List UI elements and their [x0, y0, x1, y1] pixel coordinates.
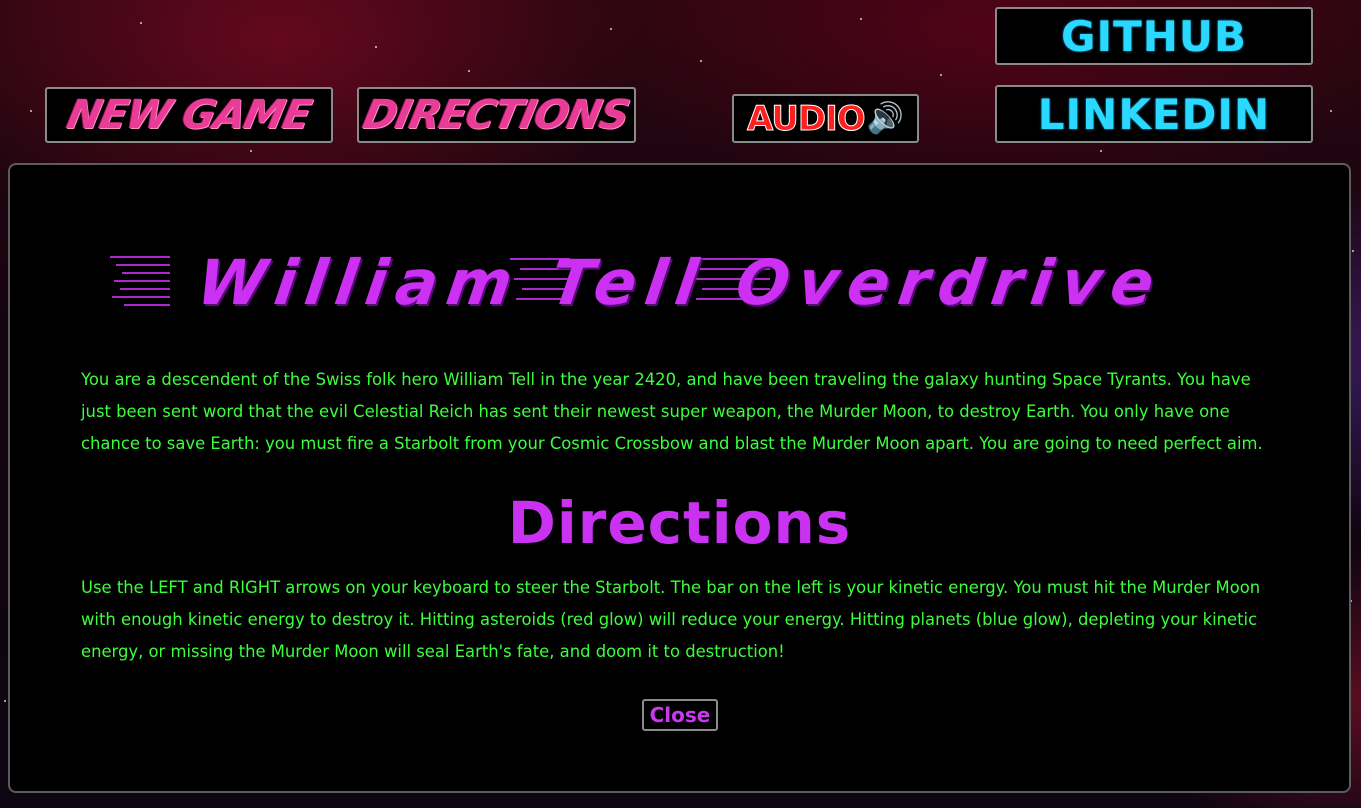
github-button[interactable]: GITHUB	[995, 7, 1313, 65]
directions-text: Use the LEFT and RIGHT arrows on your ke…	[81, 578, 1261, 661]
github-label: GITHUB	[1060, 11, 1248, 61]
audio-label: AUDIO	[746, 98, 866, 139]
story-text: You are a descendent of the Swiss folk h…	[81, 370, 1263, 453]
speaker-icon: 🔊	[866, 101, 904, 136]
directions-heading: Directions	[507, 489, 852, 557]
close-button[interactable]: Close	[642, 699, 718, 731]
directions-modal: William Tell Overdrive You are a descend…	[8, 163, 1351, 793]
audio-button[interactable]: AUDIO 🔊	[732, 94, 919, 143]
new-game-label: NEW GAME	[63, 92, 315, 138]
linkedin-button[interactable]: LINKEDIN	[995, 85, 1313, 143]
game-title-wrap: William Tell Overdrive	[110, 245, 1250, 320]
linkedin-label: LINKEDIN	[1037, 89, 1271, 139]
game-title: William Tell Overdrive	[192, 246, 1168, 319]
new-game-button[interactable]: NEW GAME	[45, 87, 333, 143]
directions-label: DIRECTIONS	[359, 92, 634, 138]
directions-button[interactable]: DIRECTIONS	[357, 87, 636, 143]
